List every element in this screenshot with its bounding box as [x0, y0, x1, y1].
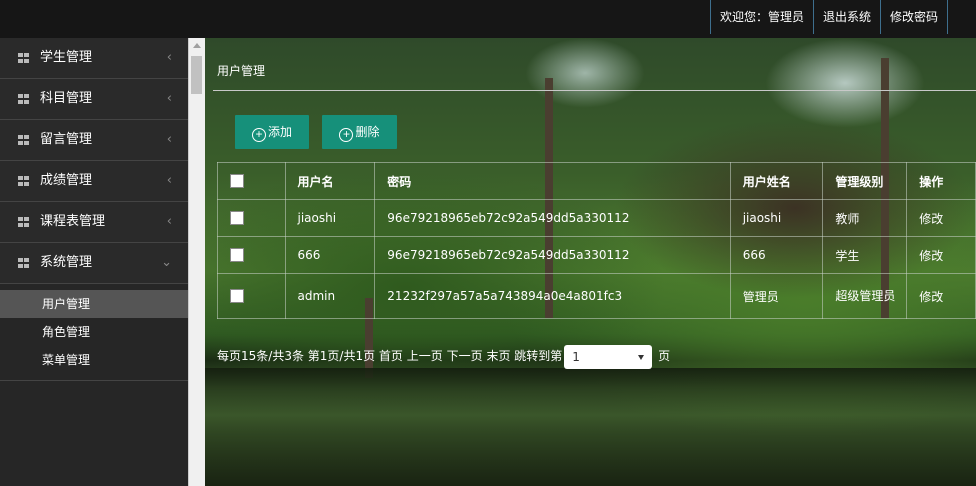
background-water — [205, 368, 976, 486]
row-checkbox[interactable] — [230, 248, 244, 263]
cell-username: 666 — [284, 236, 376, 274]
sidebar-item-timetable[interactable]: 课程表管理 ‹ — [0, 202, 188, 243]
scroll-up-icon[interactable] — [193, 43, 201, 48]
grid-icon — [18, 135, 30, 146]
background-sky — [525, 38, 645, 108]
edit-link[interactable]: 修改 — [906, 236, 976, 274]
sidebar-subitem-user-management[interactable]: 用户管理 — [0, 290, 188, 318]
chevron-down-icon: ⌄ — [161, 255, 172, 270]
grid-icon — [18, 258, 30, 269]
edit-link[interactable]: 修改 — [906, 199, 976, 237]
row-checkbox[interactable] — [230, 211, 244, 226]
sidebar-item-label: 课程表管理 — [40, 214, 106, 229]
add-button[interactable]: + 添加 — [235, 115, 309, 149]
prev-page-link[interactable]: 上一页 — [407, 349, 443, 363]
welcome-text: 欢迎您：管理员 — [709, 0, 814, 34]
background-sky — [765, 38, 925, 128]
sidebar-item-label: 科目管理 — [40, 91, 93, 106]
jump-prefix: 跳转到第 — [514, 349, 563, 363]
scrollbar-thumb[interactable] — [191, 56, 202, 94]
pagination: 每页15条/共3条 第1页/共1页 首页 上一页 下一页 末页 跳转到第 1 页 — [217, 342, 670, 370]
chevron-left-icon: ‹ — [166, 91, 172, 106]
cell-password: 96e79218965eb72c92a549dd5a330112 — [374, 236, 731, 274]
grid-icon — [18, 53, 30, 64]
sidebar-item-label: 系统管理 — [40, 255, 93, 270]
grid-icon — [18, 176, 30, 187]
column-header-action: 操作 — [906, 162, 976, 200]
row-select-cell — [217, 273, 286, 319]
row-checkbox[interactable] — [230, 289, 244, 304]
page-select[interactable]: 1 — [564, 344, 653, 369]
top-nav: 欢迎您：管理员 退出系统 修改密码 — [709, 0, 948, 36]
sidebar-item-system[interactable]: 系统管理 ⌄ — [0, 243, 188, 284]
system-submenu: 用户管理 角色管理 菜单管理 — [0, 284, 188, 381]
sidebar-item-message[interactable]: 留言管理 ‹ — [0, 120, 188, 161]
column-header-name: 用户姓名 — [729, 162, 824, 200]
main-content: 用户管理 + 添加 + 删除 用户名 密码 用户姓名 管理级别 操作 jiaoshi… — [205, 38, 976, 486]
sidebar-item-subject[interactable]: 科目管理 ‹ — [0, 79, 188, 120]
cell-name: jiaoshi — [729, 199, 824, 237]
first-page-link[interactable]: 首页 — [379, 349, 403, 363]
column-header-level: 管理级别 — [822, 162, 908, 200]
chevron-left-icon: ‹ — [166, 132, 172, 147]
chevron-left-icon: ‹ — [166, 50, 172, 65]
cell-password: 96e79218965eb72c92a549dd5a330112 — [374, 199, 731, 237]
next-page-link[interactable]: 下一页 — [447, 349, 483, 363]
delete-button-label: 删除 — [355, 125, 380, 139]
chevron-left-icon: ‹ — [166, 173, 172, 188]
sidebar-item-label: 成绩管理 — [40, 173, 93, 188]
sidebar-subitem-role-management[interactable]: 角色管理 — [0, 318, 188, 346]
cell-username: jiaoshi — [284, 199, 376, 237]
select-all-cell — [217, 162, 286, 200]
cell-level: 学生 — [822, 236, 908, 274]
sidebar: 学生管理 ‹ 科目管理 ‹ 留言管理 ‹ 成绩管理 ‹ 课程表管理 ‹ 系统管理… — [0, 38, 189, 486]
column-header-password: 密码 — [374, 162, 731, 200]
table-row: 666 96e79218965eb72c92a549dd5a330112 666… — [217, 236, 976, 274]
table-row: admin 21232f297a57a5a743894a0e4a801fc3 管… — [217, 273, 976, 319]
sidebar-item-student[interactable]: 学生管理 ‹ — [0, 38, 188, 79]
edit-link[interactable]: 修改 — [906, 273, 976, 319]
cell-name: 管理员 — [729, 273, 824, 319]
table-header-row: 用户名 密码 用户姓名 管理级别 操作 — [217, 162, 976, 200]
sidebar-item-label: 学生管理 — [40, 50, 93, 65]
logout-link[interactable]: 退出系统 — [812, 0, 881, 34]
sidebar-item-label: 留言管理 — [40, 132, 93, 147]
sidebar-subitem-menu-management[interactable]: 菜单管理 — [0, 346, 188, 374]
chevron-left-icon: ‹ — [166, 214, 172, 229]
top-bar: 欢迎您：管理员 退出系统 修改密码 — [0, 0, 976, 39]
jump-suffix: 页 — [658, 349, 671, 363]
cell-username: admin — [284, 273, 376, 319]
select-all-checkbox[interactable] — [230, 174, 244, 189]
divider — [213, 90, 976, 91]
cell-name: 666 — [729, 236, 824, 274]
sidebar-scrollbar[interactable] — [188, 38, 205, 486]
page-select-value: 1 — [572, 349, 580, 364]
change-password-link[interactable]: 修改密码 — [879, 0, 948, 34]
plus-circle-icon: + — [339, 128, 354, 142]
row-select-cell — [217, 236, 286, 274]
sidebar-menu: 学生管理 ‹ 科目管理 ‹ 留言管理 ‹ 成绩管理 ‹ 课程表管理 ‹ 系统管理… — [0, 38, 188, 284]
cell-password: 21232f297a57a5a743894a0e4a801fc3 — [374, 273, 731, 319]
column-header-username: 用户名 — [284, 162, 376, 200]
sidebar-item-score[interactable]: 成绩管理 ‹ — [0, 161, 188, 202]
last-page-link[interactable]: 末页 — [486, 349, 510, 363]
pagination-summary: 每页15条/共3条 第1页/共1页 — [217, 349, 376, 363]
breadcrumb: 用户管理 — [217, 64, 266, 78]
cell-level: 教师 — [822, 199, 908, 237]
table-row: jiaoshi 96e79218965eb72c92a549dd5a330112… — [217, 199, 976, 237]
caret-down-icon — [638, 354, 645, 360]
cell-level: 超级管理员 — [822, 273, 908, 319]
add-button-label: 添加 — [267, 125, 292, 139]
delete-button[interactable]: + 删除 — [322, 115, 397, 149]
grid-icon — [18, 217, 30, 228]
user-table: 用户名 密码 用户姓名 管理级别 操作 jiaoshi 96e79218965e… — [217, 162, 976, 319]
row-select-cell — [217, 199, 286, 237]
grid-icon — [18, 94, 30, 105]
plus-circle-icon: + — [251, 128, 266, 142]
